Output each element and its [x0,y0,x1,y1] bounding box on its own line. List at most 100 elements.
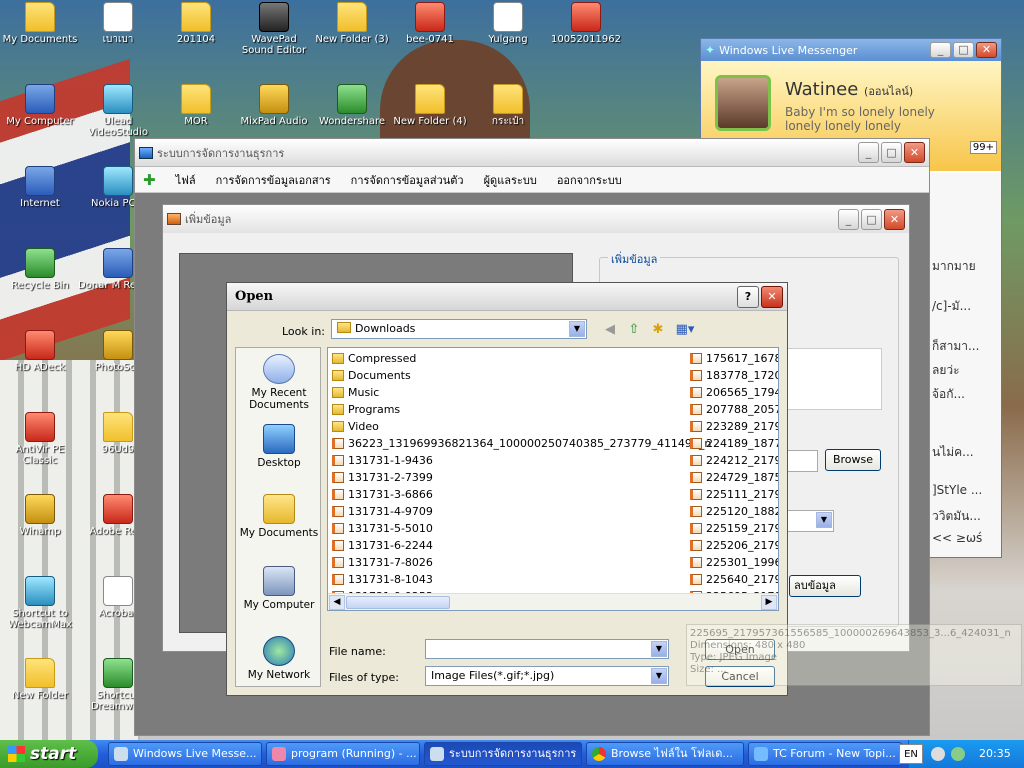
conversation-snippet[interactable]: ลยว่ะ [932,361,960,380]
file-item[interactable]: 223289_21795 [690,418,778,435]
file-item[interactable]: Documents [332,367,688,384]
desktop-icon-item[interactable]: New Folder (3) [312,2,392,45]
combo-field[interactable]: ▼ [782,510,834,532]
file-item[interactable]: 225159_21795 [690,520,778,537]
desktop-icon-item[interactable]: Ulead VideoStudio [78,84,158,138]
file-list[interactable]: Compressed Documents Music Programs Video 362… [327,347,779,611]
menu-documents[interactable]: การจัดการข้อมูลเอกสาร [216,171,331,189]
file-item[interactable]: 206565_17943 [690,384,778,401]
main-titlebar[interactable]: ระบบการจัดการงานธุรการ _ □ ✕ [135,139,929,167]
close-button[interactable]: ✕ [884,208,905,230]
chevron-down-icon[interactable]: ▼ [651,641,667,657]
desktop-icon-item[interactable]: My Computer [0,84,80,127]
chevron-down-icon[interactable]: ▼ [651,668,667,684]
task-browser[interactable]: Browse ไฟล์ใน โฟลเด... [586,742,744,766]
desktop-icon-item[interactable]: HD ADeck [0,330,80,373]
file-item[interactable]: 131731-3-6866 [332,486,688,503]
desktop-icon-item[interactable]: MOR [156,84,236,127]
desktop-icon-item[interactable]: 201104 [156,2,236,45]
look-in-select[interactable]: Downloads ▼ [331,319,587,339]
conversation-snippet[interactable]: ววิตมัน... [932,507,981,526]
delete-button[interactable]: ลบข้อมูล [789,575,861,597]
desktop-icon-item[interactable]: MixPad Audio [234,84,314,127]
conversation-snippet[interactable]: ก็สามา... [932,337,979,356]
file-item[interactable]: Video [332,418,688,435]
file-item[interactable]: 131731-4-9709 [332,503,688,520]
maximize-button[interactable]: □ [861,208,882,230]
scroll-right-icon[interactable]: ▶ [761,595,777,610]
close-button[interactable]: ✕ [761,285,783,308]
file-item[interactable]: 224189_18779 [690,435,778,452]
close-button[interactable]: ✕ [976,42,997,58]
desktop-icon-item[interactable]: AntiVir PE Classic [0,412,80,466]
file-item[interactable]: 225206_21795 [690,537,778,554]
task-messenger[interactable]: Windows Live Messe... [108,742,262,766]
up-folder-icon[interactable]: ⇧ [625,321,643,339]
menu-file[interactable]: ไฟล์ [176,171,196,189]
file-item[interactable]: 183778_17209 [690,367,778,384]
minimize-button[interactable]: _ [858,142,879,163]
conversation-snippet[interactable]: มากมาย [932,257,976,276]
menu-admin[interactable]: ผู้ดูแลระบบ [484,171,537,189]
desktop-icon-item[interactable]: Winamp [0,494,80,537]
desktop-icon-item[interactable]: Recycle Bin [0,248,80,291]
desktop-icon-item[interactable]: My Documents [0,2,80,45]
new-folder-icon[interactable]: ✱ [649,321,667,339]
desktop-icon-item[interactable]: Internet [0,166,80,209]
file-item[interactable]: 225120_18825 [690,503,778,520]
file-item[interactable]: 131731-8-1043 [332,571,688,588]
file-item[interactable]: 225640_21795 [690,571,778,588]
file-item[interactable]: 225111_21795 [690,486,778,503]
conversation-snippet[interactable]: /c]-มั... [932,297,971,316]
minimize-button[interactable]: _ [930,42,951,58]
file-item[interactable]: 36223_131969936821364_100000250740385_27… [332,435,711,452]
browse-button[interactable]: Browse [825,449,881,471]
help-button[interactable]: ? [737,285,759,308]
desktop-icon-item[interactable]: bee-0741 [390,2,470,45]
task-main-app[interactable]: ระบบการจัดการงานธุรการ [424,742,582,766]
file-item[interactable]: Programs [332,401,688,418]
desktop-icon-item[interactable]: เบาเบา [78,2,158,45]
file-item[interactable]: 224212_21795 [690,452,778,469]
file-item[interactable]: Music [332,384,688,401]
notification-badge[interactable]: 99+ [969,141,997,154]
place-my-network[interactable]: My Network [236,636,322,681]
scroll-thumb[interactable] [346,596,450,609]
place-my-documents[interactable]: My Documents [236,494,322,539]
clock[interactable]: 20:35 [979,740,1011,768]
horizontal-scrollbar[interactable]: ◀ ▶ [328,593,778,610]
file-item[interactable]: 131731-6-2244 [332,537,688,554]
file-item[interactable]: 207788_20574 [690,401,778,418]
maximize-button[interactable]: □ [881,142,902,163]
file-type-select[interactable]: Image Files(*.gif;*.jpg) ▼ [425,666,669,686]
chevron-down-icon[interactable]: ▼ [816,512,832,528]
scroll-left-icon[interactable]: ◀ [329,595,345,610]
tray-icon[interactable] [951,747,965,761]
desktop-icon-item[interactable]: Yulgang [468,2,548,45]
file-item[interactable]: 175617_16781 [690,350,778,367]
chevron-down-icon[interactable]: ▼ [569,321,585,337]
avatar[interactable] [715,75,771,131]
view-menu-icon[interactable]: ▦▾ [673,321,697,339]
desktop-icon-item[interactable]: Shortcut to WebcamMax [0,576,80,630]
language-indicator[interactable]: EN [899,744,923,764]
desktop-icon-item[interactable]: New Folder (4) [390,84,470,127]
tray-icon[interactable] [931,747,945,761]
task-forum[interactable]: TC Forum - New Topi... [748,742,902,766]
dialog-titlebar[interactable]: Open ? ✕ [227,283,787,311]
menu-logout[interactable]: ออกจากระบบ [557,171,622,189]
file-name-input[interactable]: ▼ [425,639,669,659]
desktop-icon-item[interactable]: New Folder [0,658,80,701]
minimize-button[interactable]: _ [838,208,859,230]
conversation-snippet[interactable]: ]StYle ... [932,483,982,497]
desktop-icon-item[interactable]: Wondershare [312,84,392,127]
file-item[interactable]: Compressed [332,350,688,367]
maximize-button[interactable]: □ [953,42,974,58]
task-program[interactable]: program (Running) - ... [266,742,420,766]
file-item[interactable]: 224729_18759 [690,469,778,486]
desktop-icon-item[interactable]: กระเป๋า [468,84,548,127]
conversation-list[interactable]: มากมาย/c]-มั... ก็สามา... ลยว่ะ จ้อกั... นไม… [929,173,1001,557]
place-desktop[interactable]: Desktop [236,424,322,469]
conversation-snippet[interactable]: จ้อกั... [932,385,965,404]
messenger-titlebar[interactable]: ✦ Windows Live Messenger _ □ ✕ [701,39,1001,61]
